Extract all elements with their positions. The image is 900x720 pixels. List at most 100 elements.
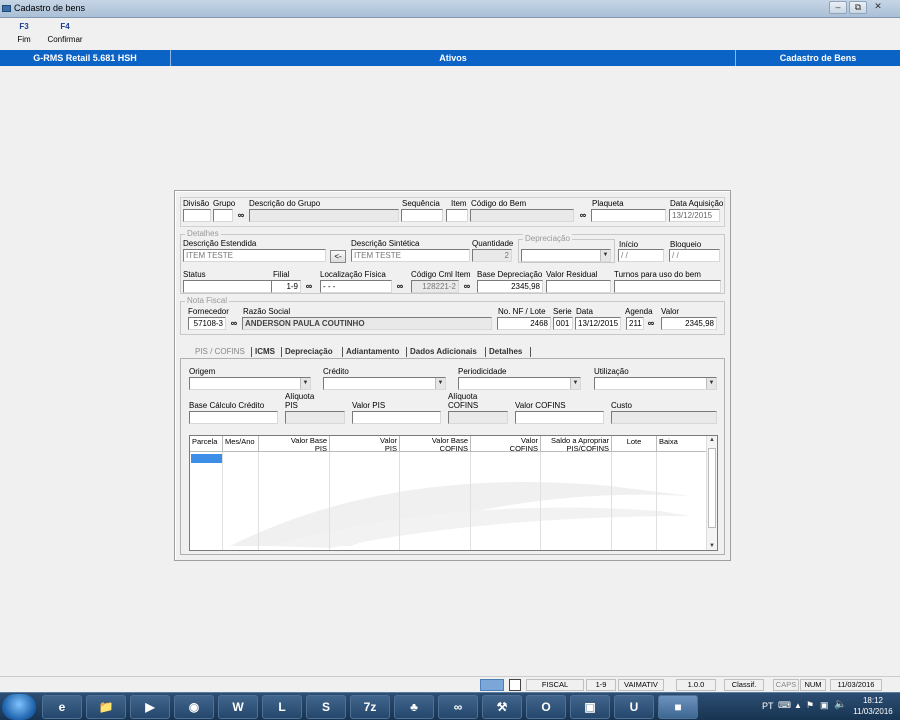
depreciacao-select[interactable]: ▼	[521, 249, 611, 262]
volume-icon[interactable]: 🔈	[834, 699, 846, 710]
scroll-down-icon[interactable]: ▼	[709, 543, 715, 549]
app-icon-infinity[interactable]: ∞	[438, 695, 478, 719]
chevron-down-icon: ▼	[435, 378, 445, 389]
keyboard-icon[interactable]: ⌨	[778, 700, 791, 711]
app-icon-u[interactable]: U	[614, 695, 654, 719]
media-player-icon[interactable]: ▶	[130, 695, 170, 719]
detalhes-caption: Detalhes	[185, 229, 221, 238]
scroll-up-icon[interactable]: ▲	[709, 437, 715, 443]
turnos-label: Turnos para uso do bem	[614, 270, 701, 279]
nf-data-field[interactable]: 13/12/2015	[575, 317, 621, 330]
origem-select[interactable]: ▼	[189, 377, 311, 390]
copy-description-button[interactable]: <-	[330, 250, 346, 263]
network-tray-icon[interactable]: ▣	[820, 700, 829, 711]
base-depreciacao-field[interactable]: 2345,98	[477, 280, 543, 293]
inicio-field[interactable]: / /	[618, 249, 664, 262]
serie-field[interactable]: 001	[553, 317, 573, 330]
tab-depreciacao[interactable]: Depreciação	[285, 345, 333, 358]
nf-lote-field[interactable]: 2468	[497, 317, 551, 330]
f4-key-label: F4	[60, 22, 70, 31]
grupo-search-icon[interactable]: ∞	[235, 209, 247, 221]
maximize-button[interactable]: ⧉	[849, 1, 867, 14]
filial-search-icon[interactable]: ∞	[303, 280, 315, 292]
utilizacao-label: Utilização	[594, 367, 629, 376]
parcelas-grid[interactable]: Parcela Mes/Ano Valor Base PIS Valor PIS V…	[189, 435, 718, 551]
quantidade-field: 2	[472, 249, 512, 262]
divisao-field[interactable]	[183, 209, 211, 222]
credito-select[interactable]: ▼	[323, 377, 446, 390]
tab-pis-cofins[interactable]: PIS / COFINS	[195, 345, 245, 358]
agenda-field[interactable]: 211	[626, 317, 644, 330]
language-indicator[interactable]: PT	[762, 701, 774, 711]
localizacao-field[interactable]: - - -	[320, 280, 392, 293]
explorer-icon[interactable]: 📁	[86, 695, 126, 719]
desktop-icon[interactable]: ▣	[570, 695, 610, 719]
sequencia-field[interactable]	[401, 209, 443, 222]
codigo-bem-search-icon[interactable]: ∞	[577, 209, 589, 221]
ie-icon[interactable]: e	[42, 695, 82, 719]
word-icon[interactable]: W	[218, 695, 258, 719]
outlook-icon[interactable]: O	[526, 695, 566, 719]
grms-retail-icon[interactable]: ■	[658, 695, 698, 719]
f3-fim-button[interactable]: F3 Fim	[10, 22, 38, 44]
turnos-select[interactable]	[614, 280, 721, 293]
grid-vertical-scrollbar[interactable]: ▲ ▼	[706, 436, 717, 550]
codigo-cml-label: Código Cml Item	[411, 270, 471, 279]
descricao-sintetica-field[interactable]: ITEM TESTE	[351, 249, 470, 262]
status-select[interactable]	[183, 280, 283, 293]
localizacao-search-icon[interactable]: ∞	[394, 280, 406, 292]
skype-icon[interactable]: S	[306, 695, 346, 719]
fornecedor-field[interactable]: 57108-3	[188, 317, 226, 330]
chevron-down-icon: ▼	[706, 378, 716, 389]
aliquota-cofins-label-2: COFINS	[448, 401, 479, 410]
nf-data-label: Data	[576, 307, 593, 316]
aliquota-pis-label-1: Alíquota	[285, 392, 315, 401]
razao-social-label: Razão Social	[243, 307, 291, 316]
tray-expand-icon[interactable]: ▲	[794, 701, 802, 710]
codigo-cml-search-icon[interactable]: ∞	[461, 280, 473, 292]
credito-label: Crédito	[323, 367, 349, 376]
lb-icon[interactable]: L	[262, 695, 302, 719]
clock[interactable]: 18:12 11/03/2016	[850, 696, 896, 716]
filial-field[interactable]: 1-9	[271, 280, 301, 293]
razao-social-field: ANDERSON PAULA COUTINHO	[242, 317, 492, 330]
fornecedor-search-icon[interactable]: ∞	[228, 317, 240, 329]
descricao-sintetica-label: Descrição Sintética	[351, 239, 420, 248]
codigo-cml-field: 128221-2	[411, 280, 459, 293]
app-icon-tree[interactable]: ♣	[394, 695, 434, 719]
tab-detalhes[interactable]: Detalhes	[489, 345, 522, 358]
origem-label: Origem	[189, 367, 216, 376]
f4-confirmar-button[interactable]: F4 Confirmar	[42, 22, 88, 44]
flag-icon[interactable]: ⚑	[806, 700, 814, 711]
tab-adiantamento[interactable]: Adiantamento	[346, 345, 399, 358]
tab-dados-adicionais[interactable]: Dados Adicionais	[410, 345, 477, 358]
minimize-button[interactable]: –	[829, 1, 847, 14]
item-field[interactable]	[446, 209, 468, 222]
valor-pis-field[interactable]	[352, 411, 441, 424]
valor-residual-field[interactable]	[546, 280, 611, 293]
periodicidade-select[interactable]: ▼	[458, 377, 581, 390]
chrome-icon[interactable]: ◉	[174, 695, 214, 719]
grupo-field[interactable]	[213, 209, 233, 222]
utilizacao-select[interactable]: ▼	[594, 377, 717, 390]
grid-header-valor-base-cofins: Valor Base COFINS	[400, 436, 471, 452]
descricao-estendida-field[interactable]: ITEM TESTE	[183, 249, 326, 262]
start-button[interactable]	[2, 694, 36, 720]
nf-valor-field[interactable]: 2345,98	[661, 317, 717, 330]
grid-selected-cell[interactable]	[191, 454, 222, 463]
scroll-thumb[interactable]	[708, 448, 716, 528]
tab-icms[interactable]: ICMS	[255, 345, 275, 358]
app-icon-tools[interactable]: ⚒	[482, 695, 522, 719]
plaqueta-field[interactable]	[591, 209, 666, 222]
base-calculo-field[interactable]	[189, 411, 278, 424]
asset-form: Divisão Grupo ∞ Descrição do Grupo Sequê…	[174, 190, 731, 561]
bloqueio-field[interactable]: / /	[669, 249, 720, 262]
valor-cofins-field[interactable]	[515, 411, 604, 424]
base-calculo-label: Base Cálculo Crédito	[189, 401, 265, 410]
f3-action-label: Fim	[17, 35, 31, 44]
status-fiscal: FISCAL	[526, 679, 584, 691]
close-button[interactable]: ✕	[869, 1, 887, 14]
agenda-search-icon[interactable]: ∞	[645, 317, 657, 329]
7zip-icon[interactable]: 7z	[350, 695, 390, 719]
data-aquisicao-field[interactable]: 13/12/2015	[669, 209, 720, 222]
